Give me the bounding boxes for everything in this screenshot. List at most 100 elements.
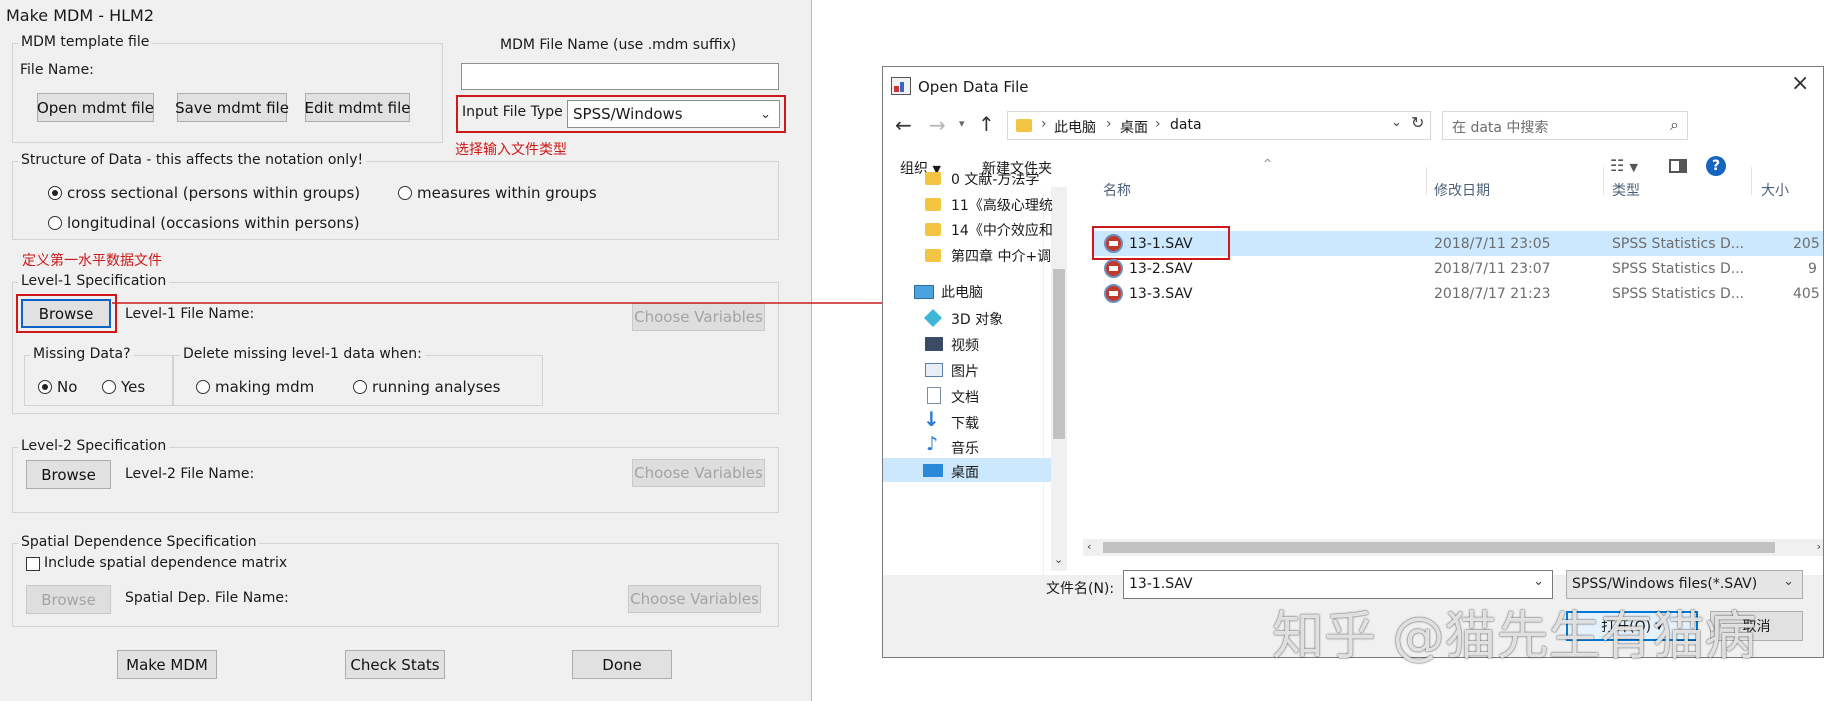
edit-mdmt-button[interactable]: Edit mdmt file: [304, 93, 411, 122]
address-dropdown-icon[interactable]: ⌄: [1391, 115, 1402, 130]
nav-item-pictures[interactable]: 图片: [951, 361, 979, 381]
nav-item-videos[interactable]: 视频: [951, 335, 979, 355]
spatial-browse-button[interactable]: Browse: [26, 585, 111, 614]
music-icon: ♪: [926, 433, 939, 455]
nav-folder-icon: [925, 223, 941, 236]
column-size[interactable]: 大小: [1761, 180, 1789, 200]
search-input[interactable]: 在 data 中搜索 ⌕: [1442, 111, 1688, 140]
file-name-label: File Name:: [20, 62, 94, 78]
measures-within-groups-label: measures within groups: [417, 184, 597, 202]
missing-no-label: No: [57, 378, 78, 396]
include-spatial-checkbox[interactable]: [26, 557, 40, 571]
missing-yes-radio[interactable]: [102, 380, 116, 394]
breadcrumb-data[interactable]: data: [1170, 117, 1202, 133]
organize-label: 组织: [900, 161, 928, 177]
spss-file-icon: [1104, 284, 1123, 303]
spatial-group-label: Spatial Dependence Specification: [18, 534, 260, 550]
desktop-icon: [923, 464, 943, 477]
dialog-title: Open Data File: [918, 78, 1029, 96]
making-mdm-radio[interactable]: [196, 380, 210, 394]
preview-pane-icon[interactable]: [1669, 159, 1687, 173]
mdm-file-name-input[interactable]: [461, 63, 779, 90]
cross-sectional-label: cross sectional (persons within groups): [67, 184, 361, 202]
spatial-file-name-label: Spatial Dep. File Name:: [125, 590, 289, 606]
file-name: 13-1.SAV: [1129, 236, 1193, 252]
chevron-down-icon: ⌄: [1783, 574, 1794, 589]
done-button[interactable]: Done: [572, 650, 672, 679]
level2-browse-button[interactable]: Browse: [26, 460, 111, 489]
save-mdmt-button[interactable]: Save mdmt file: [175, 93, 289, 122]
longitudinal-radio[interactable]: [48, 216, 62, 230]
sort-ascending-icon: ^: [1263, 157, 1273, 170]
nav-folder-icon: [925, 172, 941, 185]
nav-item-0[interactable]: 0 文献-方法学: [951, 169, 1039, 189]
breadcrumb-desktop[interactable]: 桌面: [1120, 117, 1148, 137]
input-file-type-value: SPSS/Windows: [573, 105, 683, 123]
running-analyses-radio[interactable]: [353, 380, 367, 394]
recent-chevron-icon[interactable]: ▾: [959, 117, 965, 130]
nav-item-this-pc[interactable]: 此电脑: [941, 282, 983, 302]
downloads-icon: ↓: [923, 407, 940, 431]
app-icon: [891, 77, 911, 95]
forward-arrow-icon[interactable]: →: [929, 113, 946, 137]
longitudinal-label: longitudinal (occasions within persons): [67, 214, 360, 232]
nav-item-desktop[interactable]: 桌面: [951, 462, 979, 482]
missing-no-radio[interactable]: [38, 380, 52, 394]
input-file-type-select[interactable]: SPSS/Windows ⌄: [567, 100, 780, 128]
open-data-file-dialog: Open Data File × ← → ▾ ↑ › 此电脑 › 桌面 › da…: [882, 66, 1824, 658]
up-arrow-icon[interactable]: ↑: [978, 112, 995, 136]
nav-item-3[interactable]: 第四章 中介+调: [951, 246, 1051, 266]
file-name: 13-2.SAV: [1129, 261, 1193, 277]
pictures-icon: [925, 363, 943, 377]
level2-file-name-label: Level-2 File Name:: [125, 466, 255, 482]
chevron-down-icon: ⌄: [760, 107, 771, 122]
level1-group-label: Level-1 Specification: [18, 273, 170, 289]
folder-icon: [1016, 119, 1032, 132]
watermark: 知乎 @猫先生有猫病: [1272, 607, 1757, 667]
include-spatial-label: Include spatial dependence matrix: [44, 555, 288, 571]
nav-item-documents[interactable]: 文档: [951, 387, 979, 407]
make-mdm-window: Make MDM - HLM2 MDM template file File N…: [0, 0, 812, 701]
level2-group-label: Level-2 Specification: [18, 438, 170, 454]
making-mdm-label: making mdm: [215, 378, 315, 396]
template-group-label: MDM template file: [18, 34, 153, 50]
cross-sectional-radio[interactable]: [48, 186, 62, 200]
file-date: 2018/7/11 23:05: [1434, 236, 1551, 252]
nav-scrollbar[interactable]: ⌄: [1051, 187, 1067, 571]
breadcrumb-this-pc[interactable]: 此电脑: [1054, 117, 1096, 137]
spss-file-icon: [1104, 259, 1123, 278]
missing-yes-label: Yes: [121, 378, 146, 396]
annotation-level1: 定义第一水平数据文件: [22, 253, 162, 269]
nav-item-3d[interactable]: 3D 对象: [951, 309, 1003, 329]
file-list-scrollbar[interactable]: ‹ ›: [1083, 539, 1823, 556]
help-icon[interactable]: ?: [1706, 156, 1726, 176]
file-size: 405: [1793, 286, 1820, 302]
level2-choose-variables-button[interactable]: Choose Variables: [632, 459, 765, 487]
spatial-choose-variables-button[interactable]: Choose Variables: [628, 585, 761, 613]
close-icon[interactable]: ×: [1791, 71, 1809, 96]
column-type[interactable]: 类型: [1612, 180, 1640, 200]
level1-browse-button[interactable]: Browse: [21, 299, 111, 328]
nav-folder-icon: [925, 198, 941, 211]
structure-group-label: Structure of Data - this affects the not…: [18, 152, 367, 168]
column-name[interactable]: 名称: [1103, 180, 1131, 200]
refresh-icon[interactable]: ↻: [1411, 113, 1424, 132]
arrow-connector: [112, 298, 896, 308]
make-mdm-button[interactable]: Make MDM: [117, 650, 217, 679]
check-stats-button[interactable]: Check Stats: [345, 650, 445, 679]
open-mdmt-button[interactable]: Open mdmt file: [37, 93, 154, 122]
view-options-icon[interactable]: ☷ ▼: [1610, 156, 1638, 175]
measures-within-groups-radio[interactable]: [398, 186, 412, 200]
nav-item-music[interactable]: 音乐: [951, 438, 979, 458]
back-arrow-icon[interactable]: ←: [895, 113, 912, 137]
nav-folder-icon: [925, 249, 941, 262]
file-date: 2018/7/17 21:23: [1434, 286, 1551, 302]
delete-missing-label: Delete missing level-1 data when:: [180, 346, 425, 362]
file-type-value: SPSS/Windows files(*.SAV): [1572, 576, 1758, 592]
nav-item-2[interactable]: 14《中介效应和: [951, 220, 1053, 240]
nav-item-1[interactable]: 11《高级心理统: [951, 195, 1053, 215]
column-date[interactable]: 修改日期: [1434, 180, 1490, 200]
video-icon: [925, 337, 943, 351]
file-type: SPSS Statistics D...: [1612, 286, 1745, 302]
nav-item-downloads[interactable]: 下载: [951, 413, 979, 433]
